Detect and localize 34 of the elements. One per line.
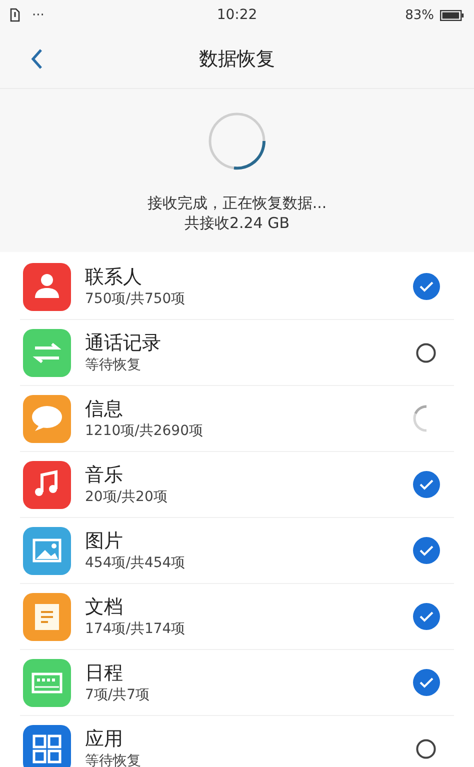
item-count: 7项/共7项 (85, 686, 151, 705)
item-count: 454项/共454项 (85, 554, 186, 573)
battery-percent: 83% (405, 8, 434, 22)
screen-title: 数据恢复 (199, 47, 275, 72)
item-count: 等待恢复 (85, 752, 142, 767)
category-row[interactable]: 文档 174项/共174项 (20, 584, 454, 650)
category-row[interactable]: 联系人 750项/共750项 (20, 254, 454, 320)
clock: 10:22 (216, 7, 258, 23)
category-row[interactable]: 图片 454项/共454项 (20, 518, 454, 584)
item-count: 20项/共20项 (85, 488, 168, 507)
category-name: 音乐 (85, 463, 124, 488)
category-name: 日程 (85, 661, 124, 686)
received-size: 共接收2.24 GB (184, 213, 290, 233)
item-count: 1210项/共2690项 (85, 422, 204, 441)
item-count: 174项/共174项 (85, 620, 186, 639)
category-name: 文档 (85, 595, 124, 620)
category-name: 应用 (85, 727, 124, 752)
category-row[interactable]: 日程 7项/共7项 (20, 650, 454, 716)
battery-icon (440, 10, 464, 20)
loading-spinner (207, 111, 267, 171)
category-name: 通话记录 (85, 331, 162, 356)
category-row[interactable]: 信息 1210项/共2690项 (20, 386, 454, 452)
category-row[interactable]: 通话记录 等待恢复 (20, 320, 454, 386)
item-count: 750项/共750项 (85, 290, 186, 309)
category-row[interactable]: 音乐 20项/共20项 (20, 452, 454, 518)
category-name: 联系人 (85, 265, 143, 290)
notification-dots: ··· (32, 8, 44, 22)
category-name: 图片 (85, 529, 124, 554)
category-row[interactable]: 应用 等待恢复 (20, 716, 454, 767)
item-count: 等待恢复 (85, 356, 142, 375)
status-message: 接收完成，正在恢复数据... (147, 193, 327, 213)
back-icon (30, 48, 44, 70)
category-name: 信息 (85, 397, 124, 422)
sim-card-icon (10, 8, 20, 22)
